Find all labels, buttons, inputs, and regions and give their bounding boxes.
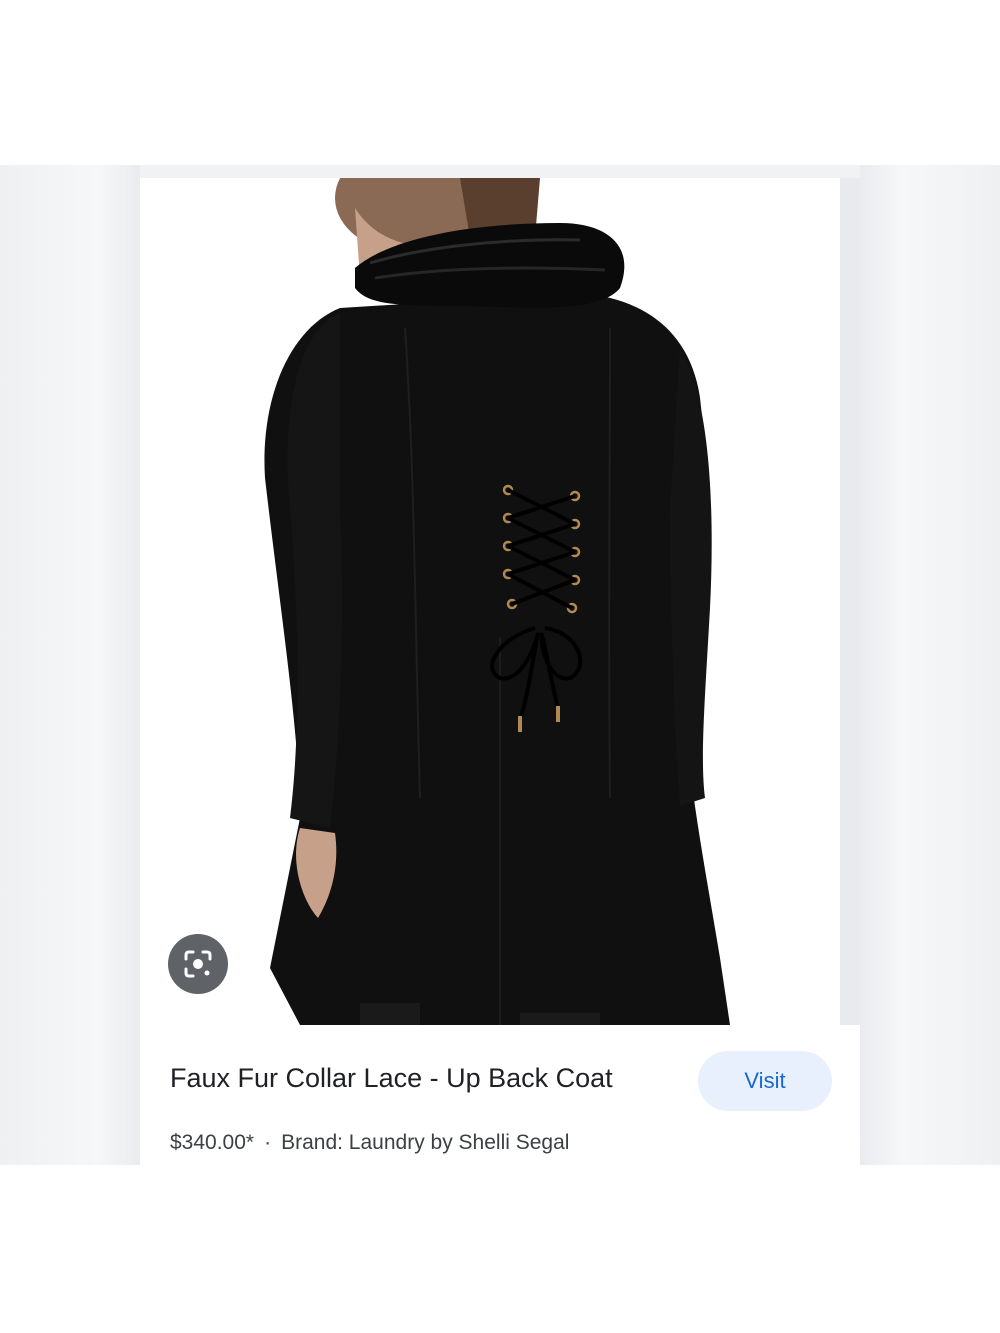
- result-info: Faux Fur Collar Lace - Up Back Coat Visi…: [140, 1025, 860, 1165]
- visit-button[interactable]: Visit: [698, 1051, 832, 1111]
- product-brand: Brand: Laundry by Shelli Segal: [281, 1131, 570, 1154]
- product-title[interactable]: Faux Fur Collar Lace - Up Back Coat: [170, 1063, 613, 1094]
- lens-button[interactable]: [168, 934, 228, 994]
- product-price: $340.00*: [170, 1131, 255, 1154]
- image-edge: [840, 178, 860, 1025]
- coat-illustration: [264, 178, 730, 1025]
- google-lens-icon: [184, 950, 212, 978]
- adjacent-result-left[interactable]: [0, 165, 140, 1165]
- product-image[interactable]: [140, 178, 860, 1025]
- product-result-card[interactable]: Faux Fur Collar Lace - Up Back Coat Visi…: [140, 178, 860, 1165]
- meta-separator: ·: [264, 1131, 272, 1154]
- product-meta: $340.00* · Brand: Laundry by Shelli Segal: [170, 1131, 569, 1155]
- adjacent-result-right[interactable]: [860, 165, 1000, 1165]
